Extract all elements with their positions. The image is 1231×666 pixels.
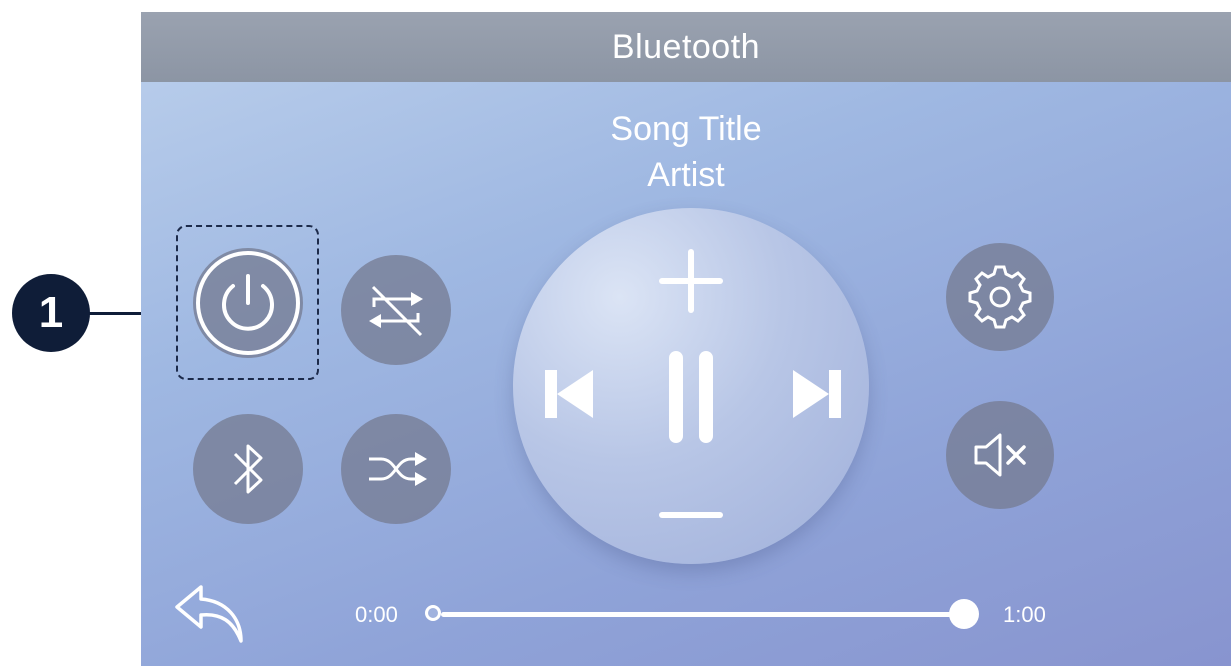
settings-button[interactable]	[946, 243, 1054, 351]
minus-icon	[659, 512, 723, 518]
repeat-off-icon	[369, 285, 423, 337]
pause-icon	[669, 351, 713, 443]
next-button[interactable]	[787, 364, 847, 424]
callout-badge: 1	[12, 274, 90, 352]
progress-track[interactable]	[441, 612, 961, 617]
plus-icon	[659, 249, 723, 313]
mute-icon	[974, 433, 1026, 477]
bluetooth-button[interactable]	[193, 414, 303, 524]
back-arrow-icon	[175, 585, 243, 643]
pause-button[interactable]	[661, 347, 721, 447]
skip-previous-icon	[545, 370, 593, 418]
progress-start-marker	[425, 605, 441, 621]
current-time: 0:00	[355, 602, 398, 627]
bluetooth-screen: Bluetooth Song Title Artist 0:00 1:00	[141, 12, 1231, 666]
mute-button[interactable]	[946, 401, 1054, 509]
shuffle-button[interactable]	[341, 414, 451, 524]
previous-button[interactable]	[539, 364, 599, 424]
skip-next-icon	[793, 370, 841, 418]
progress-thumb[interactable]	[949, 599, 979, 629]
bluetooth-icon	[233, 444, 263, 494]
volume-down-button[interactable]	[655, 500, 727, 530]
power-icon	[196, 251, 300, 355]
artist-name: Artist	[647, 156, 725, 194]
gear-icon	[968, 265, 1032, 329]
volume-up-button[interactable]	[655, 245, 727, 317]
song-title: Song Title	[610, 110, 762, 148]
page-title: Bluetooth	[611, 28, 761, 66]
total-time: 1:00	[1003, 602, 1046, 627]
power-button[interactable]	[193, 248, 303, 358]
shuffle-icon	[369, 452, 427, 486]
back-button[interactable]	[171, 579, 251, 649]
repeat-button[interactable]	[341, 255, 451, 365]
